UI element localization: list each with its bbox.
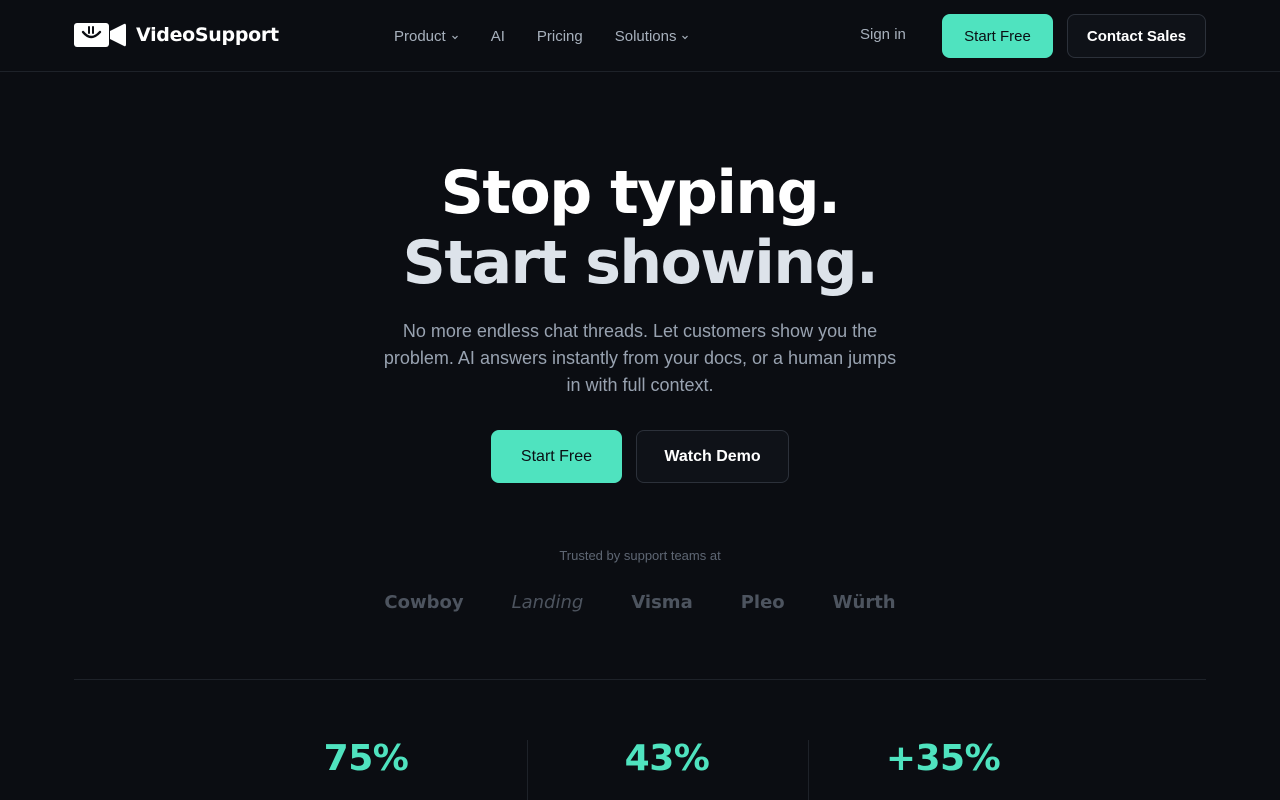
- customer-logo-visma: Visma: [631, 592, 693, 613]
- nav-item-product[interactable]: Product: [394, 28, 459, 45]
- top-navigation-bar: VideoSupport Product AI Pricing Solution…: [0, 0, 1280, 72]
- chevron-down-icon: [682, 35, 689, 40]
- nav-item-label: AI: [490, 27, 505, 45]
- customer-logo-cowboy: Cowboy: [384, 592, 464, 613]
- brand-name: VideoSupport: [136, 24, 279, 46]
- chevron-down-icon: [451, 35, 458, 40]
- hero-start-free-button[interactable]: Start Free: [491, 430, 622, 483]
- video-chat-logo-icon: [74, 23, 126, 47]
- sign-in-link[interactable]: Sign in: [860, 26, 906, 43]
- nav-item-label: Product: [394, 27, 446, 45]
- customer-logo-wurth: Würth: [832, 592, 896, 613]
- stat-value: 43%: [624, 738, 710, 779]
- hero-title: Stop typing. Start showing.: [0, 158, 1280, 298]
- trusted-by-label: Trusted by support teams at: [559, 548, 721, 563]
- watch-demo-button[interactable]: Watch Demo: [636, 430, 789, 483]
- start-free-button[interactable]: Start Free: [942, 14, 1053, 58]
- nav-item-pricing[interactable]: Pricing: [537, 28, 583, 45]
- section-divider: [74, 679, 1206, 680]
- hero-title-line1: Stop typing.: [440, 158, 841, 228]
- brand-logo-link[interactable]: VideoSupport: [74, 22, 279, 48]
- hero-subtitle: No more endless chat threads. Let custom…: [383, 321, 897, 395]
- stat-value: +35%: [885, 738, 1001, 779]
- nav-item-label: Pricing: [536, 27, 583, 45]
- contact-sales-button[interactable]: Contact Sales: [1067, 14, 1206, 58]
- customer-logo-pleo: Pleo: [740, 592, 785, 613]
- stat-separator: [527, 740, 528, 800]
- stat-value: 75%: [323, 738, 409, 779]
- customer-logo-landing: Landing: [511, 592, 584, 613]
- stat-separator: [808, 740, 809, 800]
- nav-item-label: Solutions: [614, 27, 677, 45]
- nav-item-solutions[interactable]: Solutions: [615, 28, 690, 45]
- nav-item-ai[interactable]: AI: [491, 28, 505, 45]
- customer-logos: Cowboy Landing Visma Pleo Würth: [0, 592, 1280, 613]
- main-nav: Product AI Pricing Solutions: [394, 24, 689, 48]
- hero-title-line2: Start showing.: [402, 228, 879, 298]
